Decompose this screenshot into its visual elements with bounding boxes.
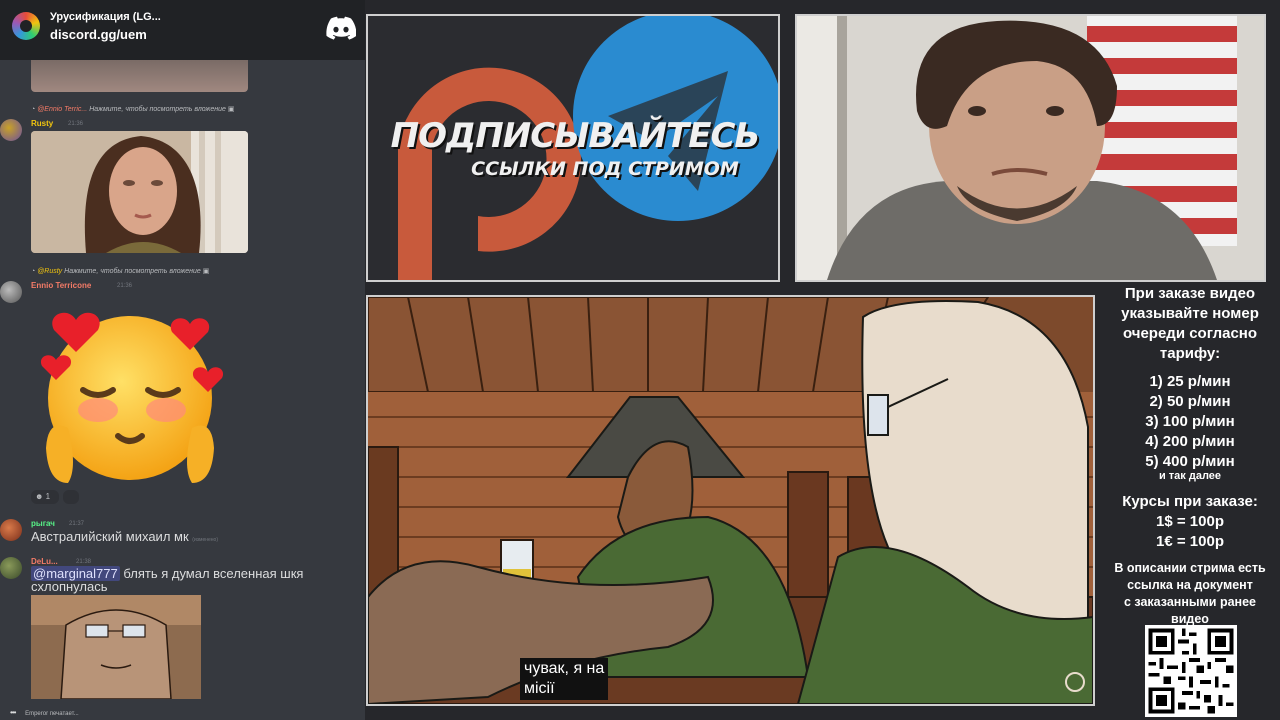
- tariff-list: 1) 25 р/мин 2) 50 р/мин 3) 100 р/мин 4) …: [1100, 372, 1280, 472]
- message-timestamp: 21:36: [68, 121, 84, 127]
- message-body: блять я думал вселенная шкя: [123, 566, 304, 581]
- previous-attachment-image[interactable]: [31, 60, 248, 92]
- message-timestamp: 21:36: [117, 283, 133, 289]
- avatar[interactable]: [0, 519, 22, 541]
- message-author[interactable]: Rusty: [31, 119, 53, 128]
- reply-text: Нажмите, чтобы посмотреть вложение: [64, 268, 201, 275]
- typing-dots-icon: •••: [10, 708, 16, 717]
- info-line: тарифу:: [1159, 345, 1221, 362]
- exchange-rates: Курсы при заказе: 1$ = 100р 1€ = 100р: [1100, 492, 1280, 552]
- discord-chat-overlay: Урусификация (LG... discord.gg/uem ◔ @En…: [0, 0, 365, 720]
- typing-text: Emperor печатает...: [25, 711, 79, 717]
- portrait-photo: [31, 131, 248, 253]
- video-player[interactable]: чувак, я на місії: [366, 295, 1095, 706]
- message-timestamp: 21:37: [69, 521, 85, 527]
- reply-author: @Ennio Terric...: [37, 106, 88, 113]
- subscribe-promo-banner: ПОДПИСЫВАЙТЕСЬ ССЫЛКИ ПОД СТРИМОМ: [366, 14, 780, 282]
- desc-line: с заказанными ранее: [1123, 595, 1256, 609]
- message-author[interactable]: DeLu...: [31, 557, 58, 566]
- chat-header: Урусификация (LG... discord.gg/uem: [0, 0, 365, 60]
- stream-layout: Урусификация (LG... discord.gg/uem ◔ @En…: [0, 0, 1280, 720]
- order-instructions: При заказе видео указывайте номер очеред…: [1100, 284, 1280, 364]
- tariff-item: 3) 100 р/мин: [1145, 413, 1235, 430]
- reply-author: @Rusty: [37, 268, 63, 275]
- message-timestamp: 21:38: [76, 559, 92, 565]
- reaction-count: 1: [45, 492, 51, 501]
- cartoon-meme-image: [31, 595, 201, 699]
- discord-logo-icon: [326, 16, 356, 40]
- desc-line: ссылка на документ: [1127, 578, 1253, 592]
- avatar[interactable]: [0, 281, 22, 303]
- rates-title: Курсы при заказе:: [1122, 493, 1258, 510]
- smiling-face-with-hearts-emoji[interactable]: [38, 298, 228, 488]
- reaction-button[interactable]: ☻ 1: [31, 490, 59, 504]
- image-icon: ▣: [227, 106, 235, 113]
- qr-code-icon[interactable]: [1145, 625, 1237, 717]
- tariff-more-note: и так далее: [1158, 470, 1222, 482]
- message-body: Австралийский михаил мк: [31, 529, 189, 544]
- server-icon[interactable]: [12, 12, 40, 40]
- rate-item: 1$ = 100р: [1156, 513, 1224, 530]
- message-attachment-image[interactable]: [31, 131, 248, 253]
- promo-subtitle: ССЫЛКИ ПОД СТРИМОМ: [471, 158, 739, 180]
- info-line: указывайте номер: [1121, 305, 1259, 322]
- info-line: очереди согласно: [1122, 325, 1258, 342]
- server-name: Урусификация (LG...: [50, 11, 161, 23]
- image-icon: ▣: [202, 268, 210, 275]
- reply-preview[interactable]: ◔ @Ennio Terric... Нажмите, чтобы посмот…: [31, 105, 234, 113]
- message-text: Австралийский михаил мк (изменено): [31, 529, 218, 544]
- video-subtitles: чувак, я на місії: [520, 658, 609, 700]
- streamer-camera-image: [797, 16, 1264, 280]
- cartoon-video-frame: [368, 297, 1093, 704]
- desc-line: В описании стрима есть: [1114, 561, 1266, 575]
- subtitle-line-1: чувак, я на: [524, 660, 605, 677]
- tariff-item: 1) 25 р/мин: [1149, 373, 1231, 390]
- avatar[interactable]: [0, 557, 22, 579]
- typing-indicator: ••• Emperor печатает...: [0, 706, 365, 720]
- server-invite-link[interactable]: discord.gg/uem: [50, 27, 147, 42]
- order-info-panel: При заказе видео указывайте номер очеред…: [1100, 282, 1280, 720]
- edited-tag: (изменено): [192, 537, 218, 543]
- tariff-item: 2) 50 р/мин: [1149, 393, 1231, 410]
- webcam-feed: [795, 14, 1266, 282]
- promo-title: ПОДПИСЫВАЙТЕСЬ: [390, 116, 761, 156]
- tariff-item: 4) 200 р/мин: [1145, 433, 1235, 450]
- rate-item: 1€ = 100р: [1156, 533, 1224, 550]
- add-reaction-button[interactable]: [63, 490, 79, 504]
- message-attachment-image[interactable]: [31, 595, 201, 699]
- reaction-emoji-icon: ☻: [35, 492, 46, 501]
- tariff-item: 5) 400 р/мин: [1145, 453, 1235, 470]
- message-author[interactable]: Ennio Terricone: [31, 281, 91, 290]
- message-text-continued: схлопнулась: [31, 579, 108, 594]
- reply-text: Нажмите, чтобы посмотреть вложение: [89, 106, 226, 113]
- avatar[interactable]: [0, 119, 22, 141]
- description-note: В описании стрима есть ссылка на докумен…: [1100, 560, 1280, 628]
- message-author[interactable]: рыгач: [31, 519, 55, 528]
- reply-preview[interactable]: ◔ @Rusty Нажмите, чтобы посмотреть вложе…: [31, 267, 209, 275]
- info-line: При заказе видео: [1124, 285, 1256, 302]
- subtitle-line-2: місії: [524, 680, 555, 697]
